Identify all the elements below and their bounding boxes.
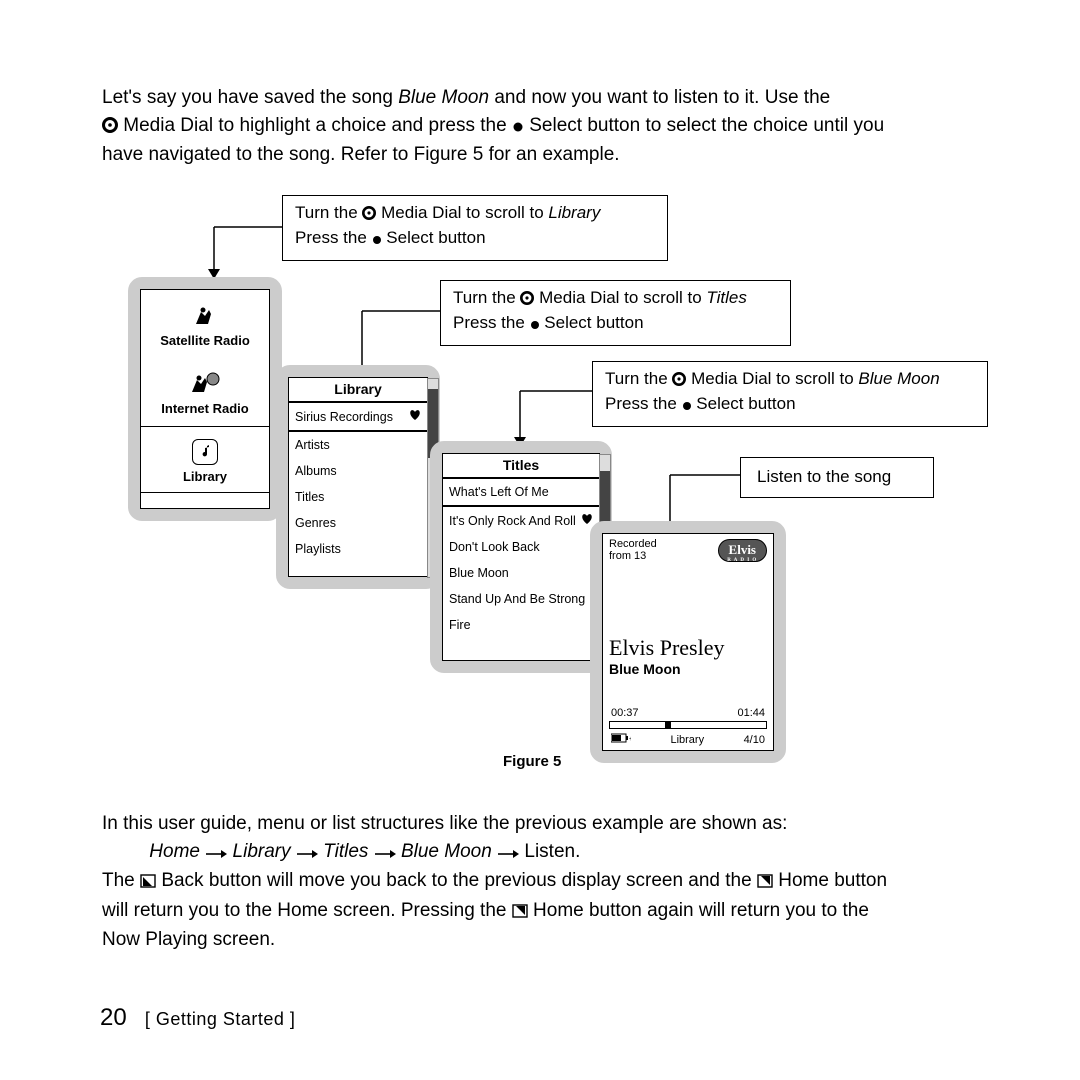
titles-item-dont-look-back: Don't Look Back [443, 534, 599, 560]
page-footer: 20 [ Getting Started ] [100, 1004, 295, 1032]
figure-caption: Figure 5 [503, 753, 561, 770]
titles-item-fire: Fire [443, 612, 599, 638]
heart-icon [581, 513, 593, 528]
recorded-from-label: Recorded from 13 [609, 538, 669, 562]
library-menu-panel: Library Sirius Recordings Artists Albums… [276, 365, 440, 589]
titles-item-whats-left: What's Left Of Me [443, 478, 599, 506]
home-library-item-selected: Library [141, 426, 269, 493]
titles-item-stand-up: Stand Up And Be Strong [443, 586, 599, 612]
progress-bar [609, 721, 767, 729]
home-button-icon [757, 869, 773, 897]
titles-item-blue-moon: Blue Moon [443, 560, 599, 586]
music-note-icon [192, 439, 218, 465]
media-dial-icon [102, 114, 118, 142]
back-button-icon [140, 869, 156, 897]
arrow-right-icon [374, 840, 396, 868]
arrow-to-home-panel [208, 221, 288, 281]
titles-menu-panel: Titles What's Left Of Me It's Only Rock … [430, 441, 612, 673]
callout-library: Turn the Media Dial to scroll to Library… [282, 195, 668, 261]
select-button-icon [682, 395, 692, 418]
select-button-icon [530, 314, 540, 337]
home-satellite-radio-item: Satellite Radio [141, 290, 269, 358]
arrow-right-icon [497, 840, 519, 868]
track-index: 4/10 [744, 734, 765, 746]
media-dial-icon [362, 204, 376, 227]
internet-dog-globe-icon [188, 370, 222, 397]
callout-blue-moon: Turn the Media Dial to scroll to Blue Mo… [592, 361, 988, 427]
section-title: Getting Started [156, 1009, 285, 1029]
time-total: 01:44 [737, 707, 765, 719]
now-playing-song: Blue Moon [609, 661, 767, 677]
arrow-right-icon [296, 840, 318, 868]
time-elapsed: 00:37 [611, 707, 639, 719]
home-button-icon [512, 899, 528, 927]
library-item-sirius-recordings: Sirius Recordings [289, 402, 427, 431]
home-internet-radio-item: Internet Radio [141, 358, 269, 426]
satellite-dog-icon [190, 302, 220, 329]
elvis-radio-logo: Elvis R A D I O [718, 539, 767, 562]
titles-item-its-only-rock: It's Only Rock And Roll [443, 507, 599, 534]
now-playing-source: Library [670, 734, 704, 746]
media-dial-icon [520, 289, 534, 312]
callout-listen: Listen to the song [740, 457, 934, 498]
page-number: 20 [100, 1004, 127, 1031]
battery-icon: + [611, 733, 631, 746]
svg-text:+: + [629, 736, 631, 743]
arrow-right-icon [205, 840, 227, 868]
concluding-paragraph: In this user guide, menu or list structu… [102, 810, 982, 954]
library-item-titles: Titles [289, 484, 427, 510]
callout-titles: Turn the Media Dial to scroll to Titles … [440, 280, 791, 346]
figure-5-diagram: Turn the Media Dial to scroll to Library… [100, 185, 980, 775]
select-button-icon [372, 229, 382, 252]
select-button-icon [512, 114, 524, 142]
media-dial-icon [672, 370, 686, 393]
now-playing-artist: Elvis Presley [609, 635, 767, 661]
intro-paragraph: Let's say you have saved the song Blue M… [102, 84, 982, 169]
library-menu-header: Library [289, 378, 427, 401]
heart-icon [409, 409, 421, 424]
home-screen-panel: Satellite Radio Internet Radio Library [128, 277, 282, 521]
library-item-genres: Genres [289, 510, 427, 536]
library-item-albums: Albums [289, 458, 427, 484]
titles-menu-header: Titles [443, 454, 599, 477]
library-item-playlists: Playlists [289, 536, 427, 562]
now-playing-panel: Recorded from 13 Elvis R A D I O Elvis P… [590, 521, 786, 763]
library-item-artists: Artists [289, 432, 427, 458]
